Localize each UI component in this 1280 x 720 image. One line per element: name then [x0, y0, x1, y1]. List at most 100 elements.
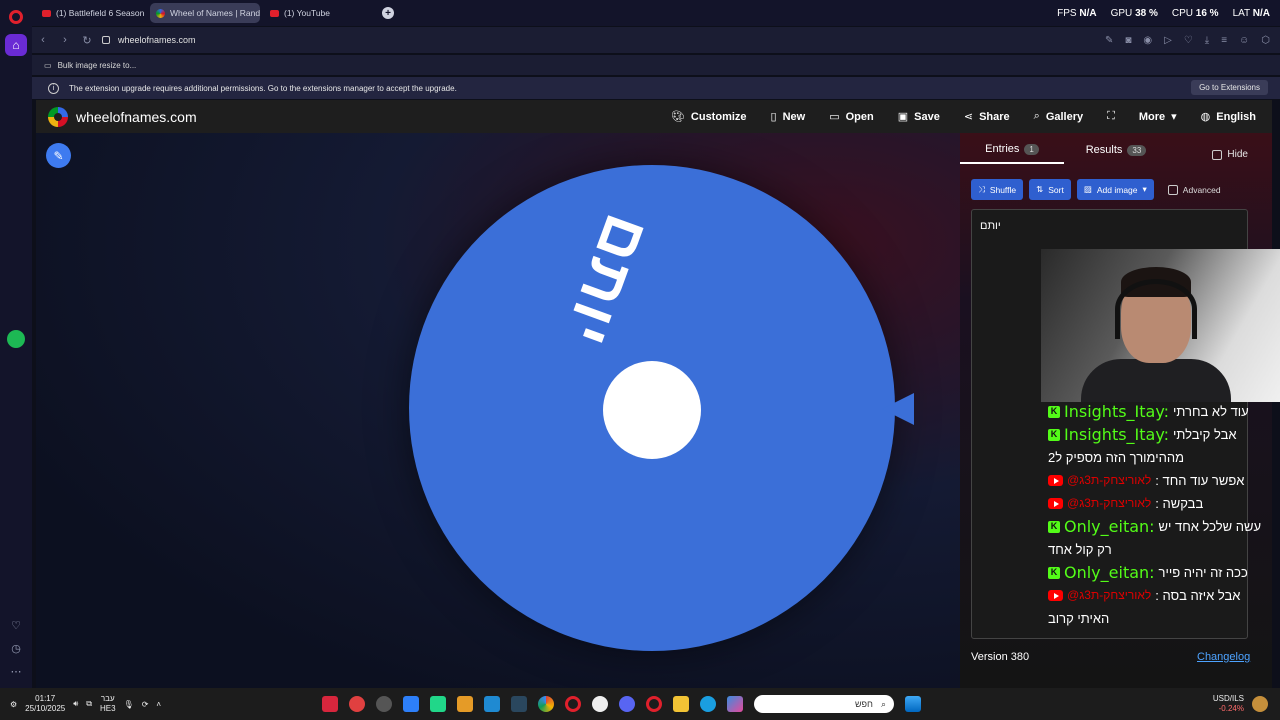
- windows-start-icon[interactable]: [905, 696, 921, 712]
- tab-wheel-of-names[interactable]: Wheel of Names | Random: [150, 3, 260, 23]
- vscode-icon[interactable]: [484, 696, 500, 712]
- back-icon[interactable]: ‹: [32, 34, 54, 46]
- wheel-logo-icon[interactable]: [48, 106, 68, 127]
- app-icon-red[interactable]: [322, 696, 338, 712]
- new-tab-button[interactable]: +: [382, 7, 394, 19]
- tab-youtube[interactable]: (1) YouTube: [264, 3, 374, 23]
- profile-icon[interactable]: ☺: [1239, 35, 1249, 46]
- fps-value: N/A: [1079, 8, 1097, 19]
- reload-icon[interactable]: ↻: [76, 34, 98, 47]
- heart-icon[interactable]: ♡: [1184, 35, 1193, 46]
- advanced-checkbox[interactable]: [1167, 184, 1178, 195]
- chevron-down-icon: ▾: [1142, 184, 1147, 194]
- url-field[interactable]: wheelofnames.com: [102, 35, 196, 45]
- download-icon[interactable]: ⤓: [1205, 35, 1209, 46]
- tab-results[interactable]: Results 33: [1064, 143, 1168, 164]
- address-bar-actions: ✎ ◙ ◉ ▷ ♡ ⤓ ≡ ☺ ⬡: [1105, 35, 1270, 46]
- more-label: More: [1138, 110, 1166, 123]
- network-icon[interactable]: ⧉: [86, 699, 92, 709]
- chevron-up-icon[interactable]: ˄: [156, 700, 161, 709]
- wheel[interactable]: יותם: [409, 165, 895, 651]
- mic-icon[interactable]: 🎙︎: [124, 700, 134, 709]
- app-icon-orange[interactable]: [457, 696, 473, 712]
- edit-icon[interactable]: ✎: [46, 143, 71, 168]
- app-icon-white[interactable]: [592, 696, 608, 712]
- chat-username: @לאוריצחק-ת3ג: [1067, 496, 1152, 510]
- copilot-icon[interactable]: [727, 696, 743, 712]
- add-image-button[interactable]: ▨ Add image ▾: [1076, 179, 1154, 200]
- volume-icon[interactable]: 🔊︎: [73, 699, 78, 709]
- gpu-label: GPU: [1110, 8, 1133, 19]
- forward-icon[interactable]: ›: [54, 34, 76, 46]
- settings-icon[interactable]: ⚙: [10, 700, 17, 709]
- more-icon[interactable]: ⋯: [11, 665, 22, 678]
- language-button[interactable]: ◍ English: [1200, 110, 1256, 124]
- hide-toggle[interactable]: Hide: [1212, 149, 1248, 160]
- chat-username: Insights_Itay:: [1064, 425, 1170, 444]
- app-icon-cc[interactable]: [349, 696, 365, 712]
- opera-logo-icon[interactable]: [9, 10, 23, 24]
- widget-avatar-icon[interactable]: [1252, 696, 1268, 712]
- app-icon-notes[interactable]: [403, 696, 419, 712]
- camera-icon[interactable]: ◙: [1125, 35, 1131, 46]
- kick-icon: K: [1048, 520, 1060, 533]
- add-image-label: Add image: [1096, 184, 1138, 195]
- spotify-icon[interactable]: [7, 330, 25, 348]
- tab-battlefield[interactable]: (1) Battlefield 6 Season 1 (: [36, 3, 146, 23]
- chat-message: K Only_eitan: ככה זה יהיה פייר: [1041, 561, 1280, 584]
- share-button[interactable]: ⋖ Share: [963, 110, 1010, 124]
- discord-icon[interactable]: [619, 696, 635, 712]
- app-icon-obs[interactable]: [376, 696, 392, 712]
- taskbar: ⚙ 01:17 25/10/2025 🔊︎ ⧉ עבר HE3 🎙︎ ⟳ ˄ ח…: [0, 688, 1280, 720]
- chrome-icon[interactable]: [538, 696, 554, 712]
- edge-icon[interactable]: [700, 696, 716, 712]
- steam-icon[interactable]: [511, 696, 527, 712]
- advanced-toggle[interactable]: Advanced: [1167, 184, 1221, 195]
- url-text: wheelofnames.com: [118, 35, 196, 45]
- search-icon: ⌕: [1033, 110, 1040, 122]
- shuffle-icon: ⤨: [978, 184, 985, 194]
- list-icon[interactable]: ≡: [1221, 35, 1227, 46]
- results-tab-label: Results: [1085, 144, 1123, 156]
- site-title[interactable]: wheelofnames.com: [76, 109, 197, 125]
- sort-button[interactable]: ⇅ Sort: [1029, 179, 1071, 200]
- shield-icon[interactable]: ◉: [1143, 35, 1152, 46]
- save-button[interactable]: ▣ Save: [898, 110, 940, 124]
- more-button[interactable]: More ▾: [1138, 110, 1177, 124]
- language-indicator[interactable]: עבר HE3: [100, 694, 116, 714]
- clock[interactable]: 01:17 25/10/2025: [25, 694, 65, 714]
- shuffle-button[interactable]: ⤨ Shuffle: [971, 179, 1024, 200]
- taskbar-search[interactable]: חפש ⌕: [754, 695, 894, 713]
- customize-button[interactable]: 🎨︎ Customize: [671, 110, 747, 124]
- fullscreen-button[interactable]: ⛶: [1107, 110, 1115, 123]
- chat-username: Only_eitan:: [1064, 563, 1155, 582]
- bookmark-item[interactable]: Bulk image resize to...: [58, 61, 137, 70]
- extensions-icon[interactable]: ⬡: [1261, 35, 1270, 46]
- globe-icon: ◍: [1200, 111, 1211, 123]
- opera-icon[interactable]: [565, 696, 581, 712]
- tab-entries[interactable]: Entries 1: [960, 143, 1064, 164]
- go-to-extensions-button[interactable]: Go to Extensions: [1191, 80, 1268, 95]
- new-button[interactable]: ▯ New: [771, 110, 806, 124]
- file-explorer-icon[interactable]: [673, 696, 689, 712]
- wheel-hub[interactable]: [603, 361, 701, 459]
- clock-time: 01:17: [35, 694, 56, 703]
- chat-text: עשה שלכל אחד יש: [1158, 519, 1262, 534]
- changelog-link[interactable]: Changelog: [1197, 651, 1250, 663]
- open-button[interactable]: ▭ Open: [829, 110, 874, 124]
- gallery-button[interactable]: ⌕ Gallery: [1034, 110, 1083, 123]
- tab-label: (1) Battlefield 6 Season 1 (: [56, 8, 146, 18]
- share-label: Share: [979, 110, 1010, 123]
- fx-widget[interactable]: USD/ILS -0.24%: [1213, 694, 1244, 714]
- share-icon: ⋖: [963, 111, 974, 123]
- home-icon[interactable]: ⌂: [5, 34, 27, 56]
- sync-icon[interactable]: ⟳: [142, 700, 149, 709]
- history-icon[interactable]: ◷: [11, 642, 21, 655]
- play-icon[interactable]: ▷: [1164, 35, 1172, 46]
- pycharm-icon[interactable]: [430, 696, 446, 712]
- cpu-value: 16 %: [1195, 8, 1219, 19]
- opera-gx-icon[interactable]: [646, 696, 662, 712]
- hide-checkbox[interactable]: [1212, 149, 1223, 160]
- heart-icon[interactable]: ♡: [11, 619, 21, 632]
- edit-icon[interactable]: ✎: [1105, 35, 1113, 46]
